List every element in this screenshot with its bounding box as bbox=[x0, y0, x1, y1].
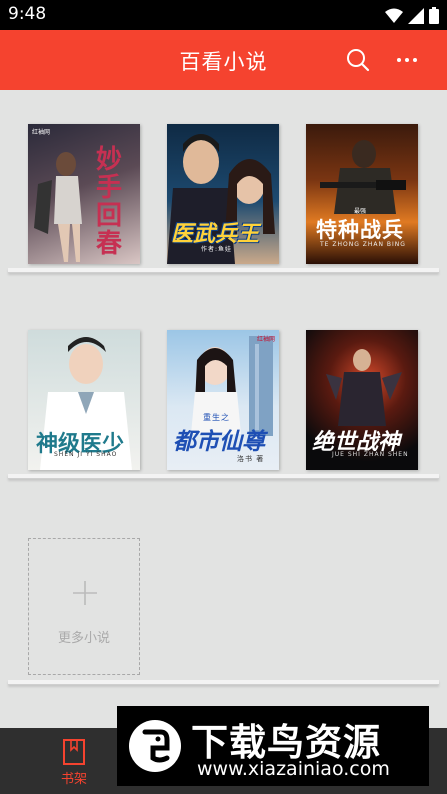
watermark-url: www.xiazainiao.com bbox=[197, 758, 390, 780]
status-bar: 9:48 bbox=[0, 0, 447, 30]
page-title: 百看小说 bbox=[179, 50, 268, 74]
tab-bookshelf-label: 书架 bbox=[60, 772, 87, 787]
cover-author: 作者:鱼娃 bbox=[201, 246, 233, 253]
more-button[interactable] bbox=[394, 46, 422, 74]
plus-icon bbox=[73, 581, 97, 605]
cover-pinyin: TE ZHONG ZHAN BING bbox=[320, 241, 406, 248]
wifi-icon bbox=[385, 8, 403, 23]
book-cover[interactable]: 绝世战神 JUE SHI ZHAN SHEN bbox=[306, 330, 418, 470]
book-icon bbox=[63, 739, 85, 765]
cover-pinyin: JUE SHI ZHAN SHEN bbox=[332, 451, 409, 458]
bookshelf-divider bbox=[8, 474, 439, 479]
cover-title: 都市仙尊 bbox=[173, 428, 265, 455]
cover-badge: 红袖网 bbox=[32, 129, 51, 136]
search-button[interactable] bbox=[344, 46, 372, 74]
add-more-label: 更多小说 bbox=[57, 631, 110, 646]
watermark-banner: 下载鸟资源 www.xiazainiao.com bbox=[117, 706, 429, 786]
book-cover[interactable]: 红袖网 妙手回春 bbox=[28, 124, 140, 264]
status-time: 9:48 bbox=[8, 4, 47, 24]
signal-icon bbox=[408, 7, 424, 24]
more-icon bbox=[397, 58, 417, 62]
status-icons bbox=[385, 7, 439, 24]
bookshelf-divider bbox=[8, 268, 439, 273]
bird-logo-icon bbox=[129, 720, 181, 772]
cover-badge: 红袖网 bbox=[257, 336, 276, 343]
app-bar: 百看小说 bbox=[0, 30, 447, 90]
book-cover[interactable]: 医武兵王 作者:鱼娃 bbox=[167, 124, 279, 264]
cover-title: 特种战兵 bbox=[316, 217, 404, 242]
search-icon bbox=[347, 49, 370, 72]
cover-title: 妙手回春 bbox=[96, 145, 123, 259]
tab-bookshelf[interactable]: 书架 bbox=[48, 736, 100, 788]
cover-author: 洛书 著 bbox=[237, 455, 265, 463]
book-cover[interactable]: 红袖网 重生之 都市仙尊 洛书 著 bbox=[167, 330, 279, 470]
battery-icon bbox=[429, 7, 439, 24]
bookshelf-divider bbox=[8, 680, 439, 685]
book-cover[interactable]: 最强 特种战兵 TE ZHONG ZHAN BING bbox=[306, 124, 418, 264]
add-more-books-button[interactable]: 更多小说 bbox=[28, 538, 140, 675]
cover-pinyin: SHEN JI YI SHAO bbox=[54, 451, 118, 458]
book-cover[interactable]: 神级医少 SHEN JI YI SHAO bbox=[28, 330, 140, 470]
